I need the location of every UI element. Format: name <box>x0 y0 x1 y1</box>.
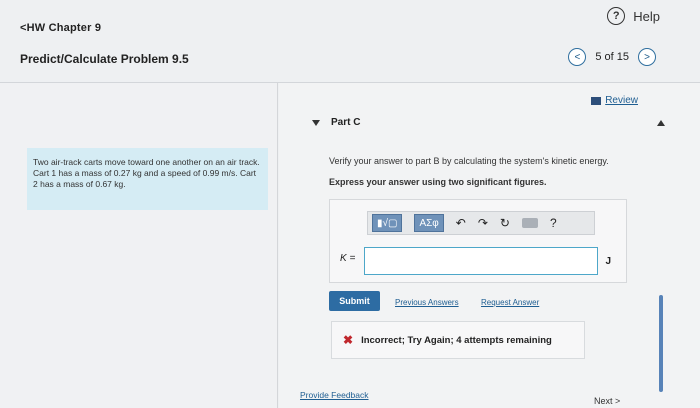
previous-problem-button[interactable]: < <box>568 48 587 66</box>
problem-panel: Two air-track carts move toward one anot… <box>0 83 278 408</box>
previous-answers-link[interactable]: Previous Answers <box>395 298 459 307</box>
question-text: Verify your answer to part B by calculat… <box>329 156 609 166</box>
problem-title: Predict/Calculate Problem 9.5 <box>20 52 189 66</box>
next-part-button[interactable]: Next > <box>594 396 620 406</box>
undo-icon[interactable]: ↶ <box>456 216 466 230</box>
submit-button[interactable]: Submit <box>329 291 380 311</box>
answer-input[interactable] <box>364 247 598 275</box>
review-label: Review <box>605 95 638 106</box>
problem-statement: Two air-track carts move toward one anot… <box>27 148 268 210</box>
part-title: Part C <box>331 117 361 128</box>
page-counter: 5 of 15 <box>595 51 629 63</box>
keyboard-icon[interactable] <box>521 218 538 228</box>
redo-icon[interactable]: ↷ <box>478 216 488 230</box>
review-link[interactable]: Review <box>591 95 638 106</box>
math-toolbar: ▮√▢ ΑΣφ ↶ ↷ ↻ ? <box>367 211 595 235</box>
feedback-text: Incorrect; Try Again; 4 attempts remaini… <box>361 334 552 346</box>
help-icon: ? <box>607 7 626 25</box>
incorrect-x-icon: ✖ <box>343 333 354 347</box>
variable-label: K = <box>340 253 356 264</box>
answer-panel: Review Part C Verify your answer to part… <box>279 83 700 408</box>
back-to-chapter-link[interactable]: <HW Chapter 9 <box>20 22 101 34</box>
next-problem-button[interactable]: > <box>638 48 656 66</box>
request-answer-link[interactable]: Request Answer <box>481 298 539 307</box>
scroll-up-arrow[interactable] <box>657 120 665 126</box>
symbols-button[interactable]: ΑΣφ <box>414 214 444 232</box>
answer-area: ▮√▢ ΑΣφ ↶ ↷ ↻ ? K = J <box>329 199 627 283</box>
units-label: J <box>605 256 611 267</box>
provide-feedback-link[interactable]: Provide Feedback <box>300 390 369 400</box>
incorrect-feedback: ✖ Incorrect; Try Again; 4 attempts remai… <box>331 321 585 359</box>
collapse-caret-icon <box>312 119 320 126</box>
scrollbar-thumb[interactable] <box>659 295 663 392</box>
reset-icon[interactable]: ↻ <box>500 216 510 230</box>
instruction-text: Express your answer using two significan… <box>329 177 547 187</box>
review-icon <box>591 96 602 105</box>
templates-button[interactable]: ▮√▢ <box>372 214 403 232</box>
top-bar: ? Help <HW Chapter 9 Predict/Calculate P… <box>0 0 700 80</box>
pager: < 5 of 15 > <box>568 48 656 66</box>
help-button[interactable]: ? Help <box>607 7 660 25</box>
toolbar-help-icon[interactable]: ? <box>550 216 557 230</box>
help-label: Help <box>633 8 660 24</box>
part-header[interactable]: Part C <box>312 117 360 128</box>
